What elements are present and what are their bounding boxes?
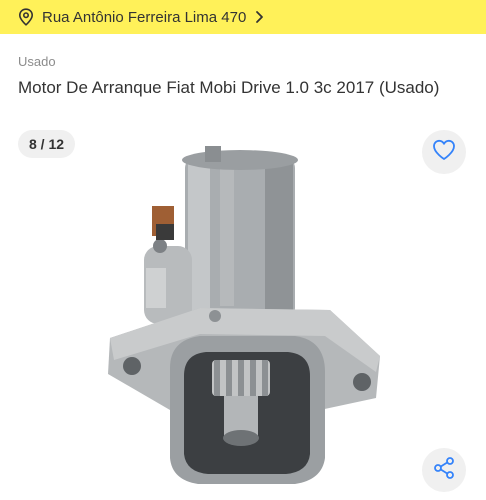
location-pin-icon (18, 8, 34, 26)
share-icon (432, 456, 456, 485)
chevron-right-icon (254, 10, 264, 24)
share-button[interactable] (422, 448, 466, 492)
favorite-button[interactable] (422, 130, 466, 174)
heart-icon (432, 139, 456, 166)
item-condition: Usado (18, 54, 56, 69)
image-counter: 8 / 12 (18, 130, 76, 158)
image-gallery[interactable]: 8 / 12 (0, 118, 486, 500)
location-bar[interactable]: Rua Antônio Ferreira Lima 470 (0, 0, 486, 34)
product-image[interactable] (80, 128, 410, 500)
product-title: Motor De Arranque Fiat Mobi Drive 1.0 3c… (18, 78, 440, 97)
delivery-address[interactable]: Rua Antônio Ferreira Lima 470 (42, 9, 246, 26)
